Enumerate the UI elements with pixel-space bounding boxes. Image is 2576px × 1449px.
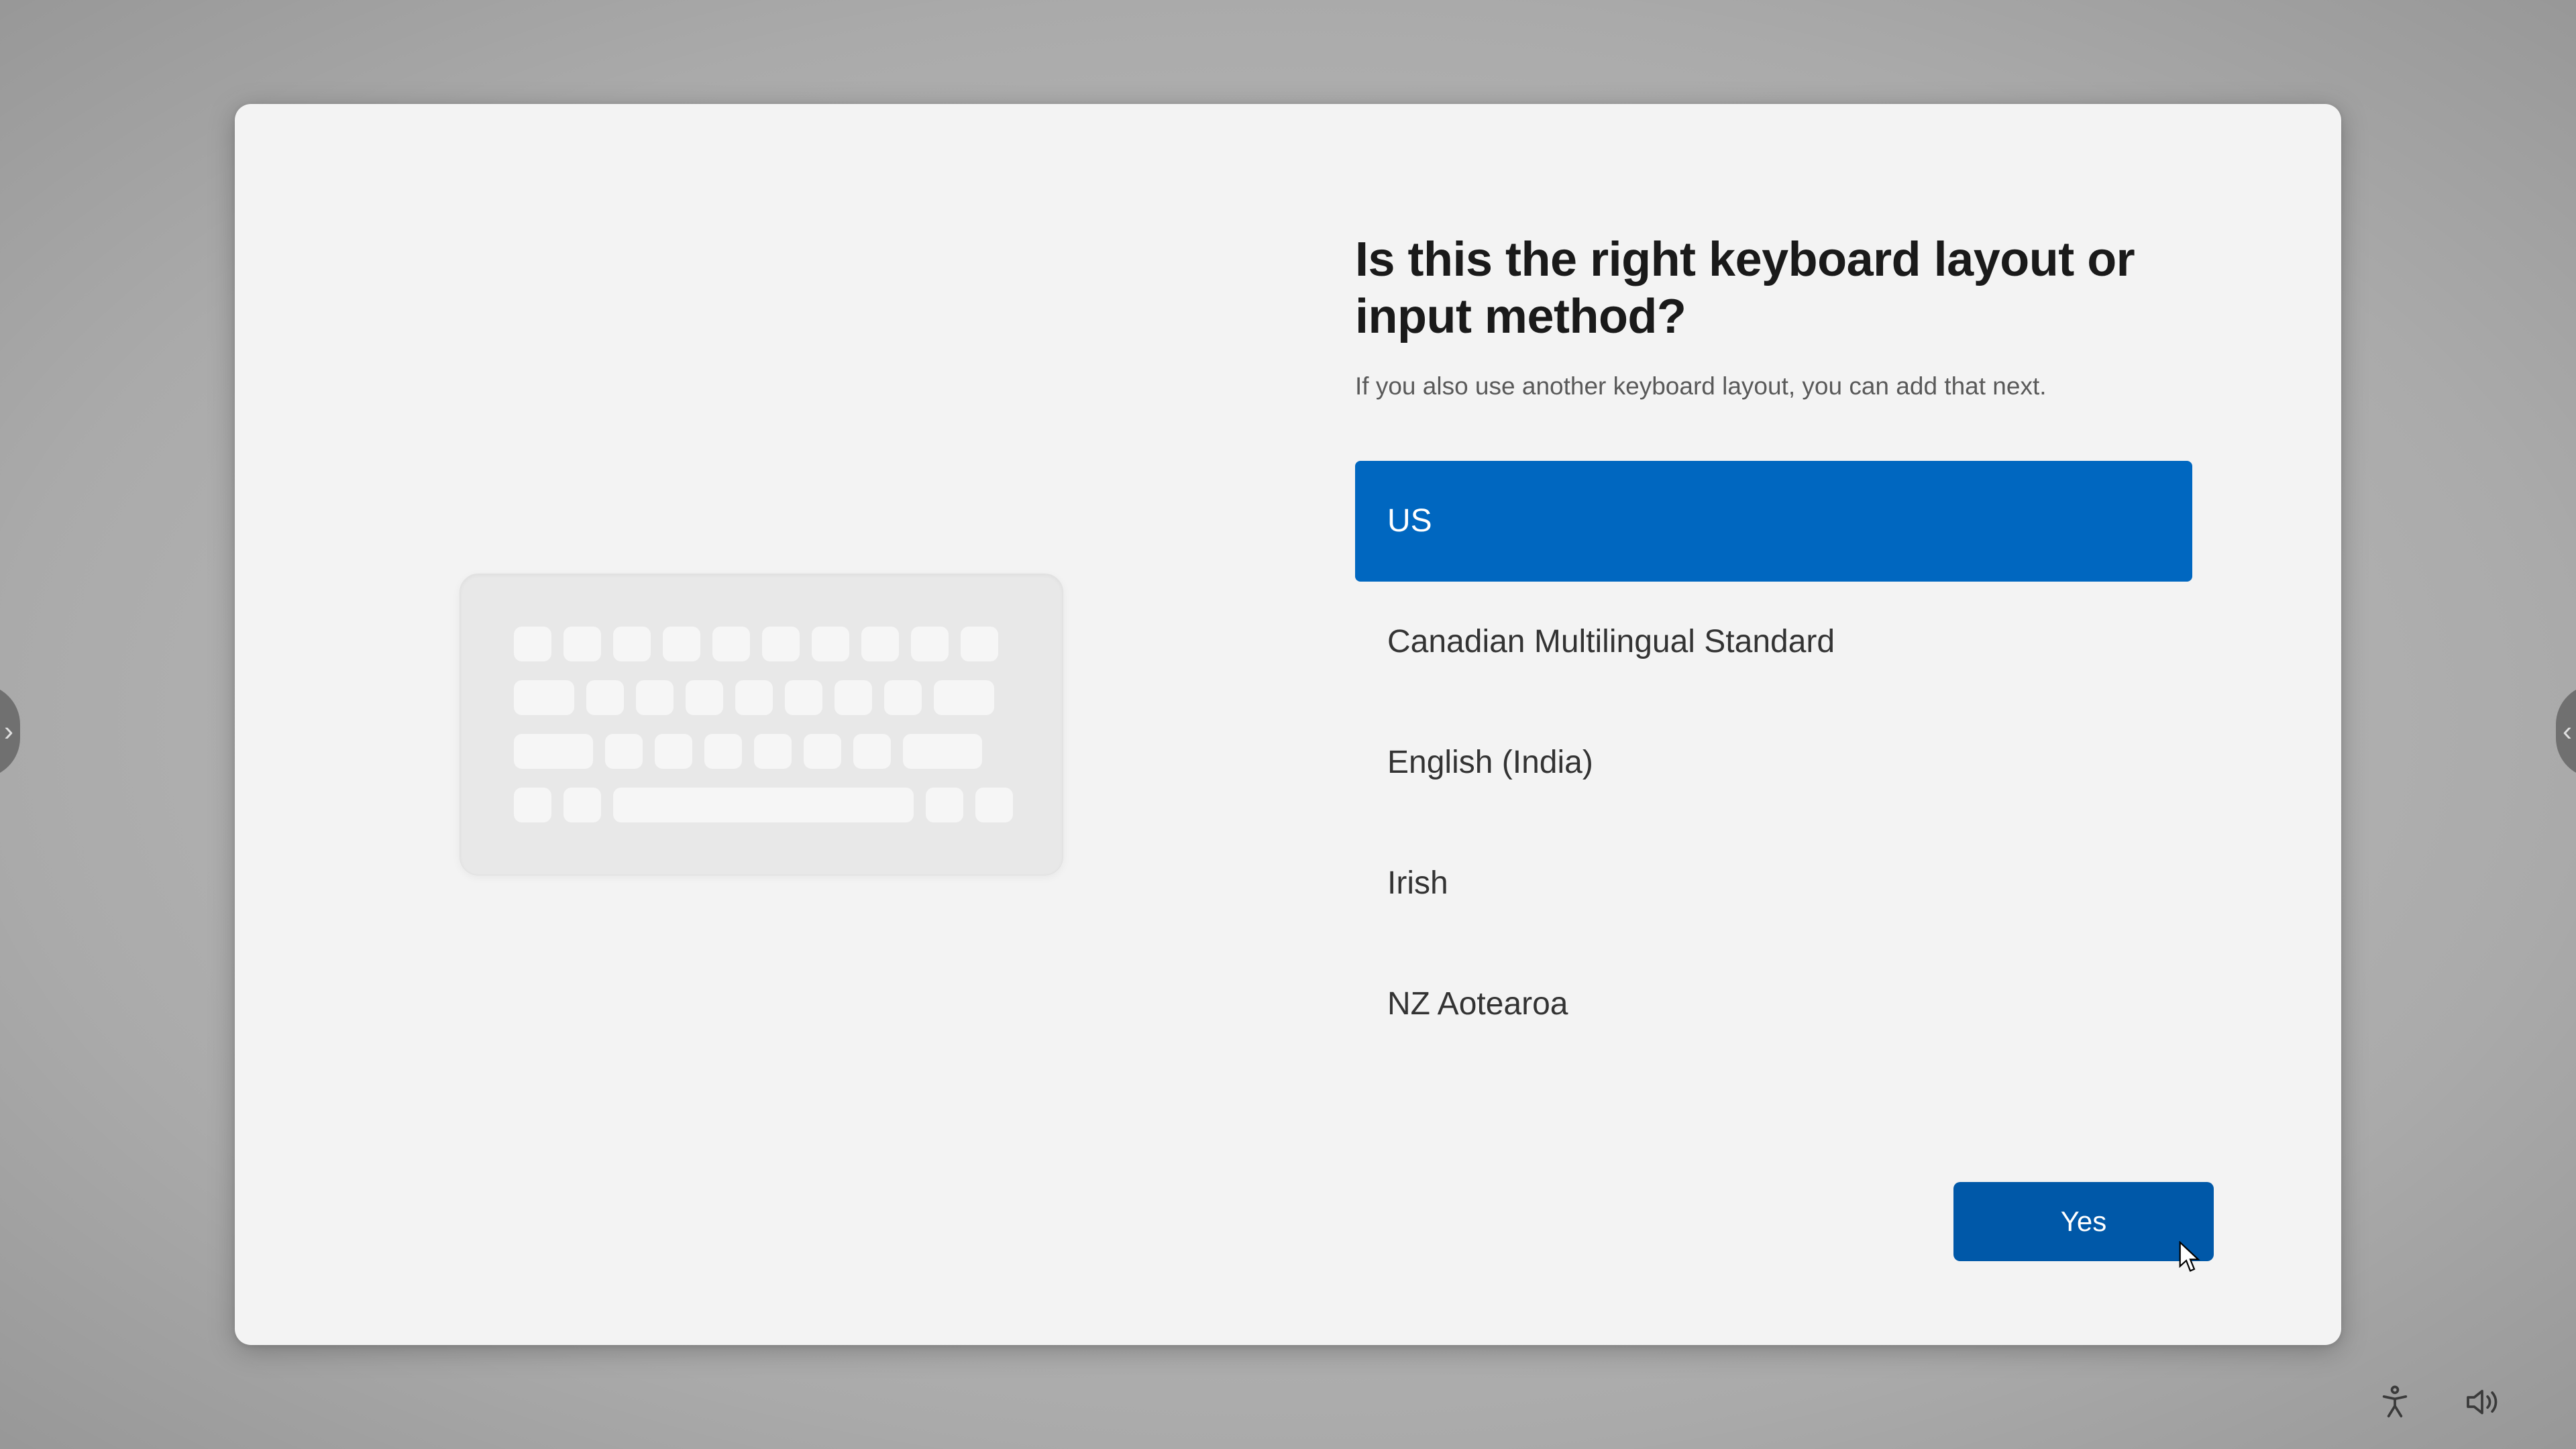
- layout-option-label: Canadian Multilingual Standard: [1387, 623, 1835, 660]
- layout-option-us[interactable]: US: [1355, 461, 2192, 582]
- layout-option-label: Irish: [1387, 865, 1448, 902]
- layout-option-label: English (India): [1387, 744, 1593, 781]
- layout-option-camulti[interactable]: Canadian Multilingual Standard: [1355, 582, 2192, 702]
- volume-icon[interactable]: [2462, 1382, 2502, 1422]
- prev-arrow-pill[interactable]: ›: [0, 684, 20, 778]
- next-arrow-pill[interactable]: ‹: [2556, 684, 2576, 778]
- layout-option-en-india[interactable]: English (India): [1355, 702, 2192, 823]
- illustration-pane: [235, 104, 1288, 1345]
- content-pane: Is this the right keyboard layout or inp…: [1288, 104, 2341, 1345]
- page-title: Is this the right keyboard layout or inp…: [1355, 231, 2214, 345]
- oobe-keyboard-dialog: Is this the right keyboard layout or inp…: [235, 104, 2341, 1345]
- layout-option-nz[interactable]: NZ Aotearoa: [1355, 944, 2192, 1065]
- page-subtitle: If you also use another keyboard layout,…: [1355, 372, 2214, 400]
- layout-option-irish[interactable]: Irish: [1355, 823, 2192, 944]
- keyboard-icon: [460, 574, 1063, 875]
- yes-button[interactable]: Yes: [1953, 1182, 2214, 1261]
- layout-option-label: US: [1387, 502, 1432, 539]
- system-tray: [2375, 1382, 2502, 1422]
- layout-option-label: NZ Aotearoa: [1387, 985, 1568, 1022]
- accessibility-icon[interactable]: [2375, 1382, 2415, 1422]
- keyboard-layout-list: US Canadian Multilingual Standard Englis…: [1355, 461, 2192, 1065]
